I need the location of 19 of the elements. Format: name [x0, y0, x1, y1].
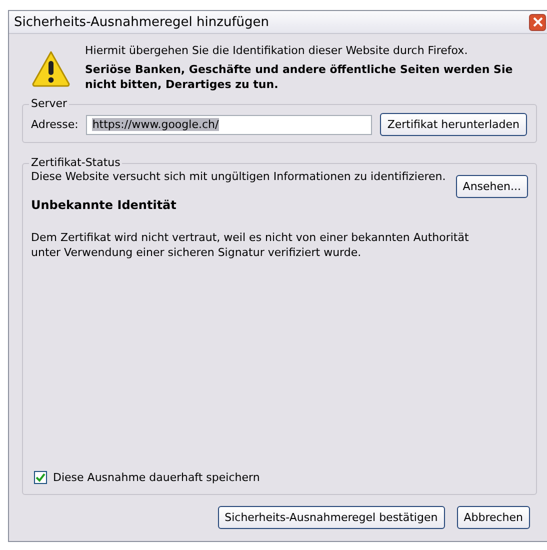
status-message: Diese Website versucht sich mit ungültigen Informationen zu identifizieren. — [31, 170, 446, 183]
address-field[interactable]: https://www.google.ch/ — [86, 114, 372, 134]
warning-icon — [31, 50, 71, 88]
dialog-button[interactable]: Abbrechen — [456, 506, 530, 529]
view-button[interactable]: Ansehen... — [456, 175, 528, 198]
status-heading: Unbekannte Identität — [31, 198, 178, 212]
warning-text: Hiermit übergehen Sie die Identifikation dieser Website durch Firefox. — [85, 44, 469, 57]
checkbox[interactable] — [34, 471, 47, 484]
group-legend: Zertifikat-Status — [29, 156, 122, 169]
window-title: Sicherheits-Ausnahmeregel hinzufügen — [14, 14, 270, 30]
download-certificate-button[interactable]: Zertifikat herunterladen — [380, 113, 526, 136]
checkbox-label: Diese Ausnahme dauerhaft speichern — [53, 471, 260, 484]
dialog-button[interactable]: Sicherheits-Ausnahmeregel bestätigen — [218, 506, 445, 529]
address-label: Adresse: — [31, 118, 78, 131]
status-detail: Dem Zertifikat wird nicht vertraut, weil es nicht von einer bekannten Authorität unter Verwendung einer sicheren Signatur verifiziert wurde. — [31, 230, 470, 260]
warning-emphasis: Seriöse Banken, Geschäfte und andere öffentliche Seiten werden Sie nicht bitten, Derartiges zu tun. — [85, 62, 514, 92]
close-button[interactable] — [529, 14, 546, 30]
group-legend: Server — [29, 97, 70, 110]
close-icon — [532, 17, 542, 27]
